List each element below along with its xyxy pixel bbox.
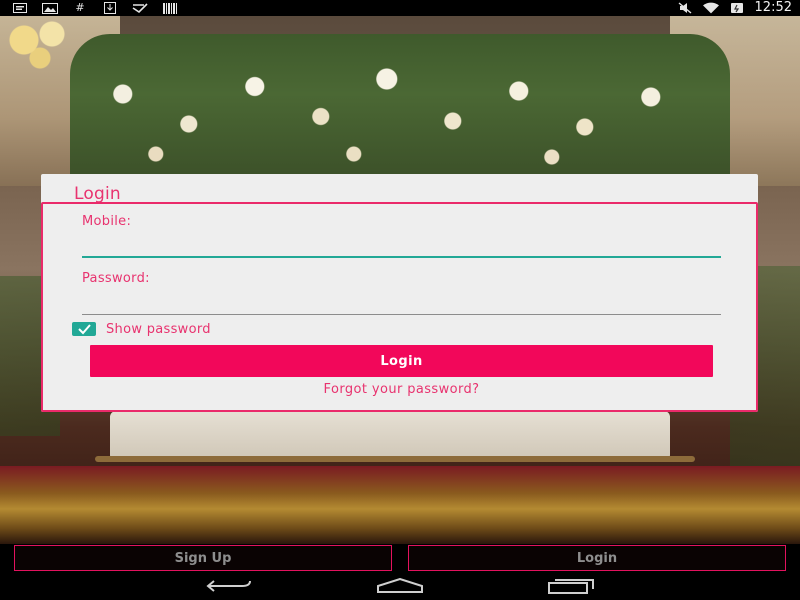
sign-up-button[interactable]: Sign Up	[14, 545, 392, 571]
mute-icon	[677, 2, 693, 14]
home-icon[interactable]	[376, 577, 424, 598]
battery-icon	[729, 2, 745, 14]
dialog-title: Login	[74, 184, 121, 204]
login-button[interactable]: Login	[90, 345, 713, 377]
hashtag-icon: #	[75, 1, 85, 14]
barcode-icon	[162, 2, 178, 14]
download-icon	[102, 2, 118, 14]
show-password-label[interactable]: Show password	[106, 322, 211, 337]
password-input[interactable]	[82, 288, 721, 314]
mobile-underline	[82, 256, 721, 258]
password-underline	[82, 314, 721, 315]
mobile-label: Mobile:	[82, 214, 132, 229]
wifi-icon	[702, 2, 719, 14]
status-bar: # 12:52	[0, 0, 800, 16]
forgot-password-link[interactable]: Forgot your password?	[43, 382, 760, 397]
status-time: 12:52	[754, 0, 792, 15]
nav-bar	[0, 572, 800, 600]
back-icon[interactable]	[206, 578, 252, 598]
image-icon	[42, 2, 58, 14]
message-icon	[12, 2, 28, 14]
bottom-login-button[interactable]: Login	[408, 545, 786, 571]
password-label: Password:	[82, 271, 150, 286]
recents-icon[interactable]	[548, 578, 594, 598]
check-icon	[132, 2, 148, 14]
login-dialog: Login Mobile: Password: Show password Lo…	[41, 174, 758, 412]
mobile-input[interactable]	[82, 258, 721, 284]
login-form: Mobile: Password: Show password Login Fo…	[41, 202, 758, 412]
show-password-checkbox[interactable]	[72, 322, 96, 336]
